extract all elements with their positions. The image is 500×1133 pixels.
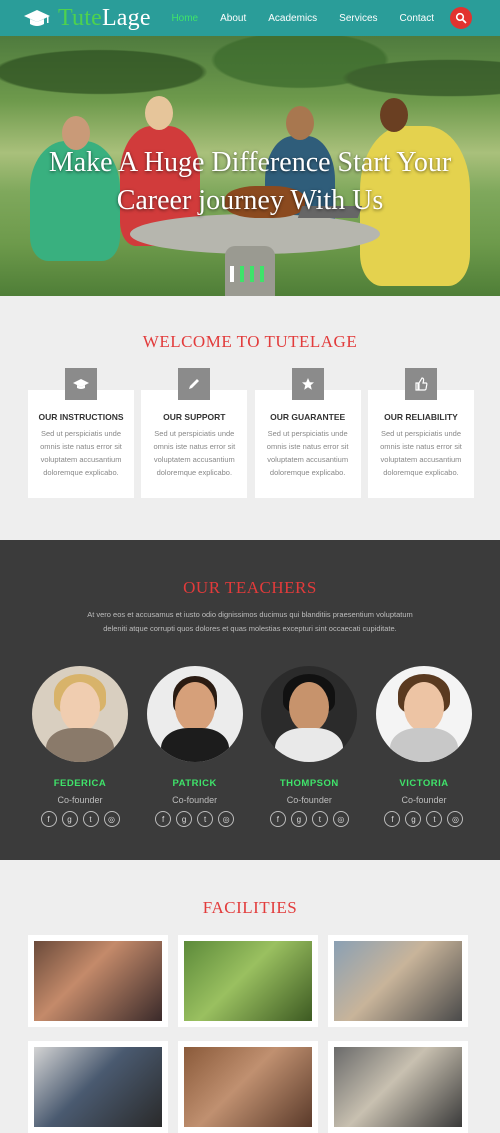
facility-image — [34, 1047, 162, 1127]
facility-thumbnail[interactable] — [28, 1041, 168, 1133]
feature-cards: OUR INSTRUCTIONS Sed ut perspiciatis und… — [28, 368, 474, 498]
dribbble-icon[interactable]: ◎ — [103, 811, 120, 827]
teacher-photo — [146, 666, 243, 762]
social-links: f g t ◎ — [147, 811, 243, 827]
twitter-icon[interactable]: t — [311, 811, 328, 827]
teacher-card[interactable]: VICTORIA Co-founder f g t ◎ — [375, 666, 472, 827]
social-links: f g t ◎ — [376, 811, 472, 827]
facebook-icon[interactable]: f — [40, 811, 57, 827]
social-links: f g t ◎ — [261, 811, 357, 827]
feature-card[interactable]: OUR RELIABILITY Sed ut perspiciatis unde… — [367, 368, 474, 498]
nav-about[interactable]: About — [220, 13, 246, 24]
teacher-role: Co-founder — [172, 795, 218, 805]
teacher-role: Co-founder — [57, 795, 103, 805]
nav-services[interactable]: Services — [339, 13, 377, 24]
nav-academics[interactable]: Academics — [268, 13, 317, 24]
facility-image — [334, 1047, 462, 1127]
feature-card[interactable]: OUR GUARANTEE Sed ut perspiciatis unde o… — [254, 368, 361, 498]
welcome-title: WELCOME TO TUTELAGE — [142, 332, 358, 351]
teacher-name: FEDERICA — [53, 778, 107, 789]
facility-thumbnail[interactable] — [328, 935, 468, 1027]
teacher-photo — [261, 666, 358, 762]
google-plus-icon[interactable]: g — [405, 811, 422, 827]
teacher-role: Co-founder — [286, 795, 332, 805]
dribbble-icon[interactable]: ◎ — [218, 811, 235, 827]
facility-thumbnail[interactable] — [28, 935, 168, 1027]
facilities-section: FACILITIES — [0, 860, 500, 1133]
teachers-description: At vero eos et accusamus et iusto odio d… — [87, 610, 413, 633]
search-icon — [455, 12, 467, 24]
nav-home[interactable]: Home — [171, 13, 198, 24]
teacher-card[interactable]: THOMPSON Co-founder f g t ◎ — [261, 666, 358, 827]
search-button[interactable] — [450, 7, 472, 29]
card-text: Sed ut perspiciatis unde omnis iste natu… — [380, 429, 462, 477]
social-links: f g t ◎ — [32, 811, 128, 827]
google-plus-icon[interactable]: g — [176, 811, 193, 827]
teacher-photo — [375, 666, 472, 762]
brand-logo[interactable]: TuteLage — [24, 5, 151, 32]
graduation-cap-icon — [24, 10, 50, 26]
facilities-gallery — [28, 935, 468, 1133]
facebook-icon[interactable]: f — [384, 811, 401, 827]
dribbble-icon[interactable]: ◎ — [447, 811, 464, 827]
google-plus-icon[interactable]: g — [61, 811, 78, 827]
pencil-icon — [178, 368, 211, 400]
teacher-card[interactable]: FEDERICA Co-founder f g t ◎ — [32, 666, 128, 827]
facility-thumbnail[interactable] — [178, 1041, 318, 1133]
star-icon — [291, 368, 324, 400]
card-text: Sed ut perspiciatis unde omnis iste natu… — [266, 429, 349, 477]
card-title: OUR SUPPORT — [163, 412, 226, 422]
twitter-icon[interactable]: t — [426, 811, 443, 827]
facebook-icon[interactable]: f — [269, 811, 286, 827]
teacher-name: PATRICK — [172, 778, 217, 789]
card-title: OUR INSTRUCTIONS — [38, 412, 124, 422]
facebook-icon[interactable]: f — [155, 811, 172, 827]
teacher-name: THOMPSON — [279, 778, 339, 789]
hero-student-2-head — [145, 96, 173, 130]
slider-indicator[interactable] — [230, 266, 264, 282]
welcome-section: WELCOME TO TUTELAGE OUR INSTRUCTIONS Sed… — [0, 296, 500, 540]
card-title: OUR GUARANTEE — [270, 412, 346, 422]
google-plus-icon[interactable]: g — [290, 811, 307, 827]
facility-image — [34, 941, 162, 1021]
twitter-icon[interactable]: t — [82, 811, 99, 827]
slide-dot[interactable] — [230, 266, 234, 282]
nav-contact[interactable]: Contact — [400, 13, 434, 24]
feature-card[interactable]: OUR SUPPORT Sed ut perspiciatis unde omn… — [141, 368, 248, 498]
slide-dot[interactable] — [240, 266, 244, 282]
hero-student-4-head — [380, 98, 408, 132]
graduation-cap-icon — [65, 368, 97, 400]
slide-dot[interactable] — [250, 266, 254, 282]
facilities-title: FACILITIES — [202, 898, 298, 917]
teachers-title: OUR TEACHERS — [183, 578, 317, 597]
teachers-section: OUR TEACHERS At vero eos et accusamus et… — [0, 540, 500, 860]
twitter-icon[interactable]: t — [197, 811, 214, 827]
card-text: Sed ut perspiciatis unde omnis iste natu… — [153, 429, 236, 477]
hero-banner: Make A Huge Difference Start Your Career… — [0, 36, 500, 296]
hero-student-3-head — [286, 106, 314, 140]
card-text: Sed ut perspiciatis unde omnis iste natu… — [40, 429, 122, 477]
facility-thumbnail[interactable] — [328, 1041, 468, 1133]
hero-title-line2: Career journey With Us — [116, 185, 384, 216]
teacher-name: VICTORIA — [399, 778, 449, 789]
teacher-list: FEDERICA Co-founder f g t ◎ PATRICK Co-f… — [32, 666, 472, 827]
hero-title-line1: Make A Huge Difference Start Your — [48, 147, 452, 178]
dribbble-icon[interactable]: ◎ — [332, 811, 349, 827]
facility-image — [184, 941, 312, 1021]
main-menu: Home About Academics Services Contact — [171, 7, 500, 29]
slide-dot[interactable] — [260, 266, 264, 282]
facility-image — [184, 1047, 312, 1127]
teacher-photo — [32, 666, 128, 762]
hero-title: Make A Huge Difference Start Your Career… — [0, 144, 500, 220]
brand-name: TuteLage — [58, 4, 151, 31]
card-title: OUR RELIABILITY — [384, 412, 458, 422]
teacher-role: Co-founder — [401, 795, 447, 805]
facility-image — [334, 941, 462, 1021]
thumbs-up-icon — [404, 368, 437, 400]
teacher-card[interactable]: PATRICK Co-founder f g t ◎ — [146, 666, 243, 827]
facility-thumbnail[interactable] — [178, 935, 318, 1027]
feature-card[interactable]: OUR INSTRUCTIONS Sed ut perspiciatis und… — [28, 368, 134, 498]
top-navbar: TuteLage Home About Academics Services C… — [0, 0, 500, 36]
